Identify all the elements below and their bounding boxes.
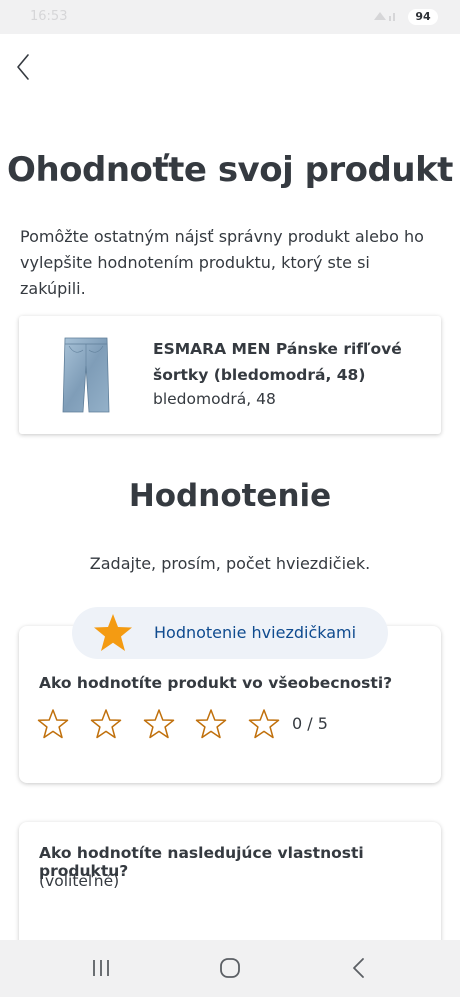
star-rating-pill: Hodnotenie hviezdičkami (72, 607, 388, 659)
denim-shorts-image (62, 337, 110, 413)
rating-section-title: Hodnotenie (128, 478, 332, 514)
review-screen: Ohodnoťte svoj produkt Pomôžte ostatným … (0, 34, 460, 940)
page-title: Ohodnoťte svoj produkt (7, 150, 453, 190)
overall-rating-question: Ako hodnotíte produkt vo všeobecnosti? (39, 674, 393, 692)
signal-icon (372, 10, 398, 25)
chevron-left-icon (17, 54, 29, 80)
star-4-icon[interactable] (195, 708, 227, 740)
rating-hint: Zadajte, prosím, počet hviezdičiek. (89, 554, 371, 573)
star-5-icon[interactable] (248, 708, 280, 740)
intro-text: Pomôžte ostatným nájsť správny produkt a… (20, 227, 424, 298)
battery-badge: 94 (408, 9, 438, 25)
recent-apps-icon (93, 960, 109, 976)
back-button[interactable] (12, 52, 38, 82)
product-name: ESMARA MEN Pánske rifľové šortky (bledom… (153, 340, 402, 384)
back-icon (353, 958, 364, 978)
status-bar: 16:53 94 (0, 0, 460, 34)
system-navigation-bar (0, 940, 460, 997)
properties-card: Ako hodnotíte nasledujúce vlastnosti pro… (19, 822, 441, 940)
star-3-icon[interactable] (143, 708, 175, 740)
product-card: ESMARA MEN Pánske rifľové šortky (bledom… (19, 316, 441, 434)
product-variant: bledomodrá, 48 (153, 390, 276, 408)
star-filled-icon (94, 614, 132, 651)
home-button[interactable] (215, 954, 245, 982)
recent-apps-button[interactable] (86, 954, 116, 982)
star-1-icon[interactable] (37, 708, 69, 740)
optional-label: (voliteľné) (39, 872, 120, 890)
status-time: 16:53 (30, 9, 68, 24)
system-back-button[interactable] (344, 954, 374, 982)
rating-score: 0 / 5 (292, 714, 328, 733)
star-rating-label: Hodnotenie hviezdičkami (154, 623, 357, 642)
home-icon (220, 958, 240, 978)
star-2-icon[interactable] (90, 708, 122, 740)
